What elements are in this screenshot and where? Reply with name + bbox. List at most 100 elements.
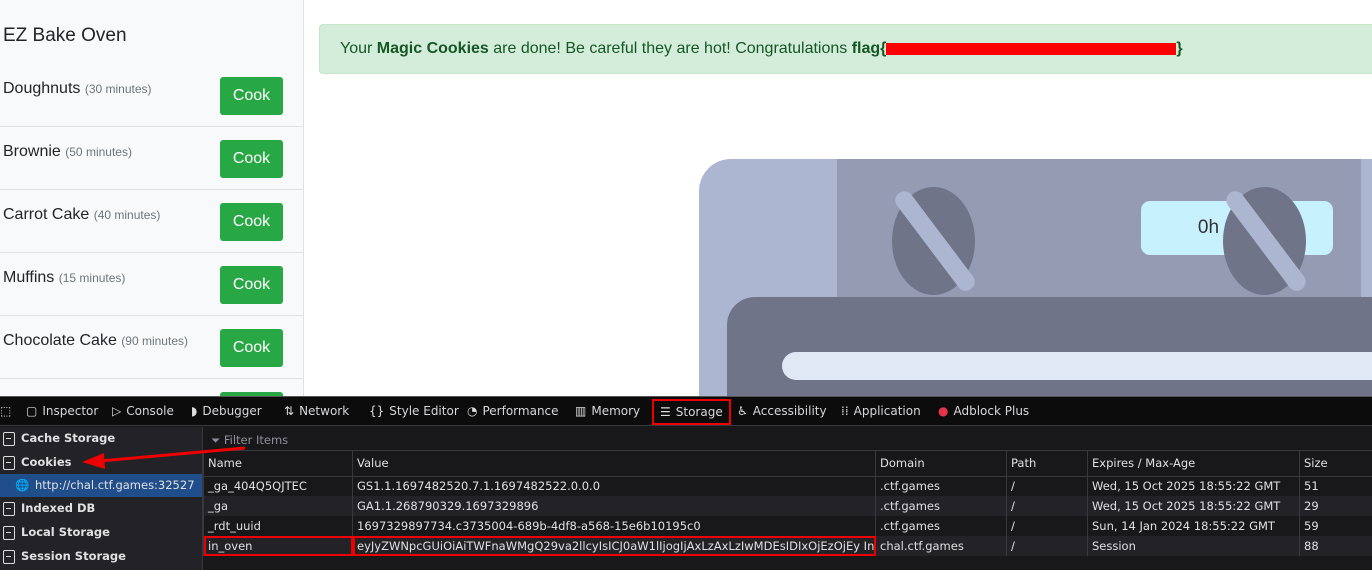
cookie-cell-path: /: [1006, 496, 1088, 516]
storage-tree-item[interactable]: Session Storage: [0, 545, 202, 568]
cookie-cell-value: 1697329897734.c3735004-689b-4df8-a568-15…: [352, 516, 876, 536]
column-header[interactable]: Size: [1299, 451, 1372, 477]
devtools-panel: ⬚ ▢ Inspector ▷ Console ◗ Debugger ⇅ Network {} St…: [0, 396, 1372, 570]
recipe-time: (50 minutes): [65, 145, 132, 159]
recipe-name: Brownie (50 minutes): [3, 143, 132, 160]
network-icon: ⇅: [284, 404, 295, 418]
recipe-name: Muffins (15 minutes): [3, 269, 126, 286]
debugger-icon: ◗: [191, 404, 198, 418]
recipe-time: (15 minutes): [58, 271, 126, 285]
storage-icon: [3, 432, 15, 446]
cookie-cell-path: /: [1006, 476, 1088, 496]
cook-button[interactable]: Cook: [220, 77, 283, 115]
recipe-item: Carrot Cake (40 minutes) Cook: [0, 190, 303, 253]
tab-console[interactable]: ▷ Console: [112, 397, 174, 426]
cookie-row[interactable]: _ga GA1.1.268790329.1697329896 .ctf.games /…: [203, 496, 1372, 516]
storage-icon: [3, 456, 15, 470]
storage-host-item[interactable]: 🌐 http://chal.ctf.games:32527: [0, 474, 202, 497]
storage-icon: [3, 550, 15, 564]
column-header[interactable]: Name: [203, 451, 353, 477]
cook-button[interactable]: Cook: [220, 266, 283, 304]
tab-debugger[interactable]: ◗ Debugger: [191, 397, 262, 426]
redaction-mark: [886, 42, 1177, 55]
tab-memory[interactable]: ▥ Memory: [575, 397, 640, 426]
cookie-row[interactable]: in_oven eyJyZWNpcGUiOiAiTWFnaWMgQ29va2llc…: [203, 536, 1372, 556]
cookie-cell-domain: .ctf.games: [875, 516, 1007, 536]
braces-icon: {}: [369, 404, 385, 418]
cookie-cell-name: _ga: [203, 496, 353, 516]
success-alert: Your Magic Cookies are done! Be careful …: [319, 24, 1372, 74]
column-header[interactable]: Value: [352, 451, 876, 477]
app-title: EZ Bake Oven: [3, 25, 127, 46]
globe-icon: 🌐: [15, 478, 30, 492]
tab-style-editor[interactable]: {} Style Editor: [369, 397, 459, 426]
cookie-cell-size: 88: [1299, 536, 1372, 556]
cookie-cell-path: /: [1006, 516, 1088, 536]
recipe-name: Doughnuts (30 minutes): [3, 80, 152, 97]
picker-icon[interactable]: ⬚: [0, 397, 11, 426]
devtools-toolbar: ⬚ ▢ Inspector ▷ Console ◗ Debugger ⇅ Network {} St…: [0, 396, 1372, 426]
cookie-row[interactable]: _rdt_uuid 1697329897734.c3735004-689b-4df…: [203, 516, 1372, 536]
chip-icon: ▥: [575, 404, 587, 418]
recipe-time: (90 minutes): [121, 334, 188, 348]
storage-tree-item[interactable]: Indexed DB: [0, 497, 202, 520]
oven-graphic: 0h 0m 0s: [699, 159, 1372, 396]
recipe-name: Carrot Cake (40 minutes): [3, 206, 161, 223]
storage-icon: [3, 502, 15, 516]
accessibility-icon: ♿: [737, 404, 748, 418]
tab-performance[interactable]: ◔ Performance: [467, 397, 559, 426]
tab-inspector[interactable]: ▢ Inspector: [26, 397, 98, 426]
column-header[interactable]: Domain: [875, 451, 1007, 477]
gauge-icon: ◔: [467, 404, 478, 418]
storage-tree-item[interactable]: Cookies: [0, 451, 202, 474]
filter-icon: ⏷: [211, 433, 224, 447]
cookie-cell-value: GS1.1.1697482520.7.1.1697482522.0.0.0: [352, 476, 876, 496]
cook-button[interactable]: Cook: [220, 140, 283, 178]
tab-application[interactable]: ⁞⁞ Application: [841, 397, 921, 426]
storage-tree: Cache Storage Cookies 🌐 http://chal.ctf.gam…: [0, 427, 203, 570]
abp-icon: ●: [938, 404, 949, 418]
recipe-name: Chocolate Cake (90 minutes): [3, 332, 188, 349]
recipe-item: Muffins (15 minutes) Cook: [0, 253, 303, 316]
cook-button[interactable]: Cook: [220, 329, 283, 367]
cookie-cell-expires: Sun, 14 Jan 2024 18:55:22 GMT: [1087, 516, 1300, 536]
tab-adblock-plus[interactable]: ● Adblock Plus: [938, 397, 1029, 426]
filter-placeholder: Filter Items: [223, 433, 289, 447]
grid-icon: ⁞⁞: [841, 404, 849, 418]
cookie-cell-path: /: [1006, 536, 1088, 556]
column-header[interactable]: Path: [1006, 451, 1088, 477]
alert-text: are done! Be careful they are hot! Congr…: [488, 40, 852, 57]
alert-item: Magic Cookies: [376, 40, 489, 57]
oven-door: [727, 297, 1372, 396]
tab-storage[interactable]: ☰ Storage: [652, 399, 731, 425]
cookie-cell-size: 59: [1299, 516, 1372, 536]
recipe-item: Cook: [0, 379, 303, 396]
cookies-table: Name Value Domain Path Expires / Max-Age Size…: [203, 451, 1372, 556]
recipe-item: Chocolate Cake (90 minutes) Cook: [0, 316, 303, 379]
oven-control-panel: 0h 0m 0s: [837, 159, 1361, 297]
flag-close: }: [1176, 40, 1183, 57]
cookie-cell-name: in_oven: [203, 536, 353, 556]
tab-accessibility[interactable]: ♿ Accessibility: [737, 397, 827, 426]
storage-tree-item[interactable]: Cache Storage: [0, 427, 202, 450]
oven-handle: [782, 352, 1372, 380]
tab-network[interactable]: ⇅ Network: [284, 397, 349, 426]
cookie-cell-expires: Wed, 15 Oct 2025 18:55:22 GMT: [1087, 476, 1300, 496]
cookie-cell-expires: Wed, 15 Oct 2025 18:55:22 GMT: [1087, 496, 1300, 516]
console-icon: ▷: [112, 404, 122, 418]
recipe-sidebar: EZ Bake Oven Doughnuts (30 minutes) Cook B…: [0, 0, 304, 396]
cookie-cell-size: 29: [1299, 496, 1372, 516]
cook-button[interactable]: Cook: [220, 203, 283, 241]
cookie-cell-value: eyJyZWNpcGUiOiAiTWFnaWMgQ29va2llcyIsICJ0…: [352, 536, 876, 556]
cookie-cell-size: 51: [1299, 476, 1372, 496]
cookie-row[interactable]: _ga_404Q5QJTEC GS1.1.1697482520.7.1.16974…: [203, 476, 1372, 496]
inspector-icon: ▢: [26, 404, 38, 418]
alert-text: Your: [340, 40, 377, 57]
cookie-cell-domain: chal.ctf.games: [875, 536, 1007, 556]
cookie-cell-name: _ga_404Q5QJTEC: [203, 476, 353, 496]
filter-input[interactable]: ⏷ Filter Items: [203, 427, 1372, 451]
storage-tree-item[interactable]: Local Storage: [0, 521, 202, 544]
column-header[interactable]: Expires / Max-Age: [1087, 451, 1300, 477]
knob-left-icon: [891, 187, 979, 295]
recipe-item: Brownie (50 minutes) Cook: [0, 127, 303, 190]
